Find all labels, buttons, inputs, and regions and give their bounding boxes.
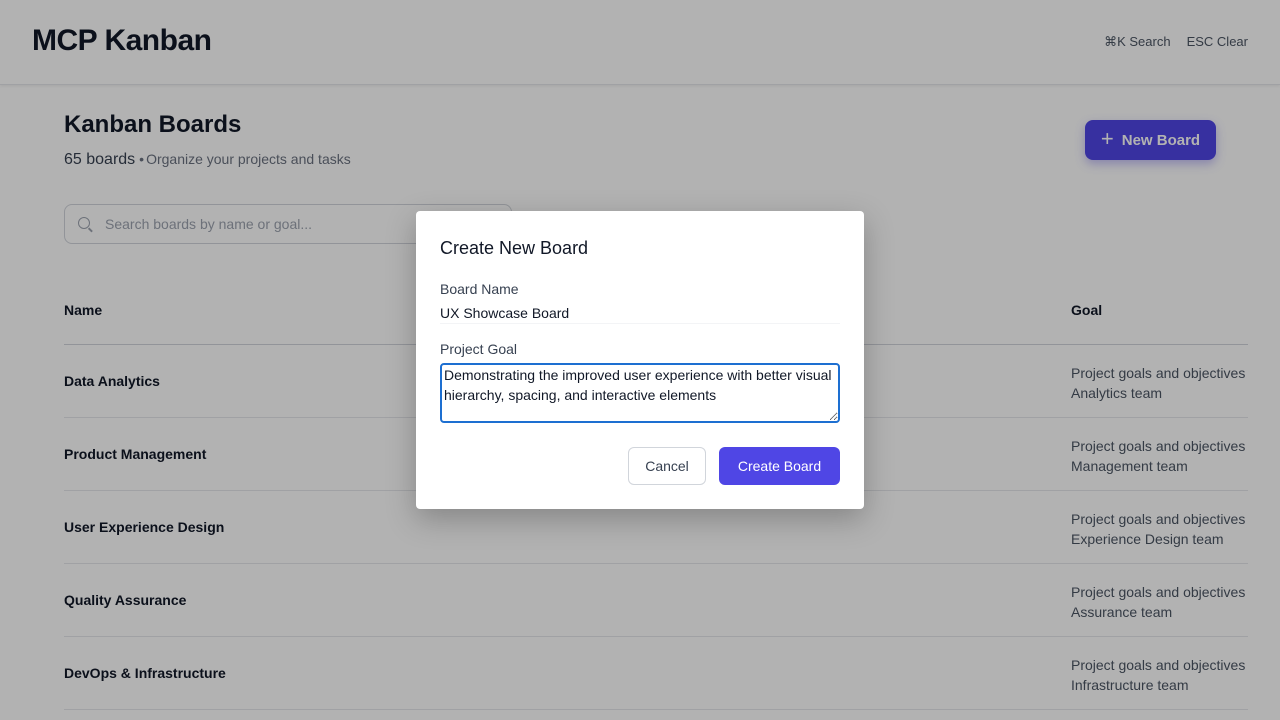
board-name-input[interactable] bbox=[440, 303, 840, 324]
create-board-button[interactable]: Create Board bbox=[719, 447, 840, 485]
board-name-label: Board Name bbox=[440, 281, 519, 297]
dialog-title: Create New Board bbox=[440, 238, 589, 258]
project-goal-textarea[interactable]: Demonstrating the improved user experien… bbox=[440, 363, 840, 423]
project-goal-label: Project Goal bbox=[440, 341, 518, 357]
create-board-dialog: Create New Board Board Name Project Goal… bbox=[416, 211, 864, 509]
cancel-button[interactable]: Cancel bbox=[628, 447, 706, 485]
